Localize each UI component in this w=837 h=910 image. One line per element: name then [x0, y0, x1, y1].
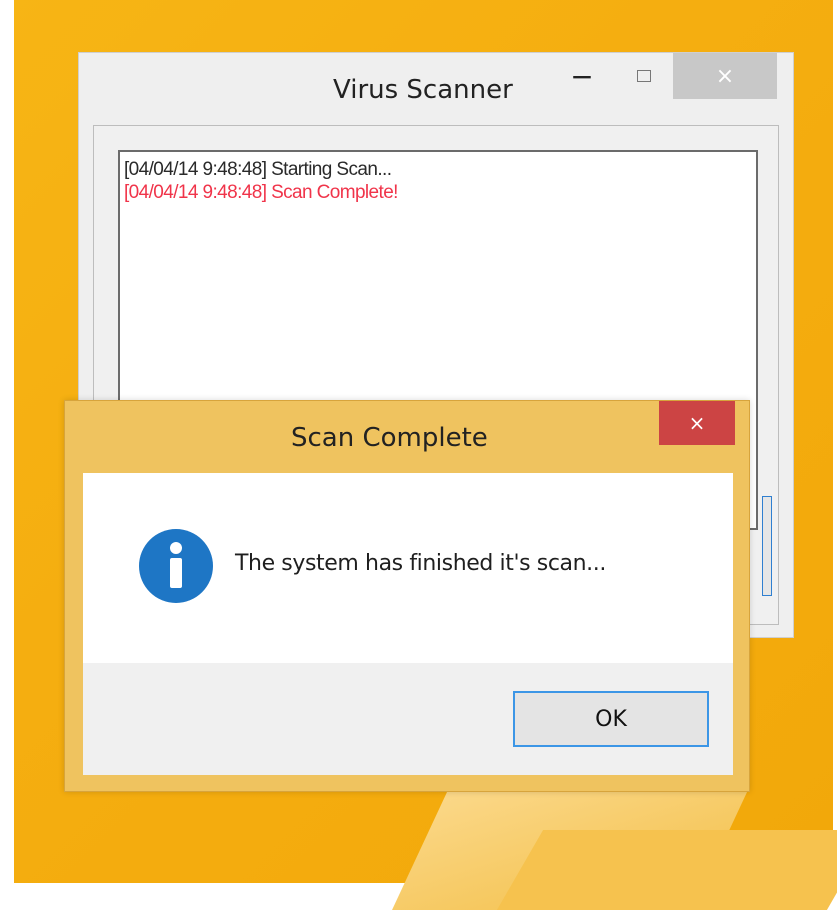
minimize-icon: − — [570, 59, 594, 93]
dialog-body: The system has finished it's scan... — [83, 473, 733, 663]
dialog-title: Scan Complete — [291, 423, 488, 453]
window-titlebar[interactable]: Virus Scanner − × — [79, 53, 793, 105]
maximize-icon — [637, 70, 651, 82]
log-line: [04/04/14 9:48:48] Starting Scan... — [124, 159, 392, 180]
scan-button[interactable] — [762, 496, 772, 596]
scan-complete-dialog: Scan Complete × The system has finished … — [64, 400, 750, 792]
info-icon — [139, 529, 213, 603]
minimize-button[interactable]: − — [547, 53, 617, 99]
close-icon: × — [715, 63, 735, 89]
maximize-button[interactable] — [619, 53, 669, 99]
desktop-wallpaper-shape — [496, 830, 837, 910]
window-title: Virus Scanner — [333, 75, 513, 105]
dialog-footer: OK — [83, 663, 733, 775]
dialog-message: The system has finished it's scan... — [235, 551, 606, 576]
ok-button[interactable]: OK — [513, 691, 709, 747]
desktop-edge-left — [0, 0, 14, 883]
desktop-edge-right — [833, 0, 837, 883]
close-icon: × — [688, 411, 706, 435]
close-button[interactable]: × — [673, 53, 777, 99]
log-line: [04/04/14 9:48:48] Scan Complete! — [124, 182, 398, 203]
dialog-close-button[interactable]: × — [659, 401, 735, 445]
